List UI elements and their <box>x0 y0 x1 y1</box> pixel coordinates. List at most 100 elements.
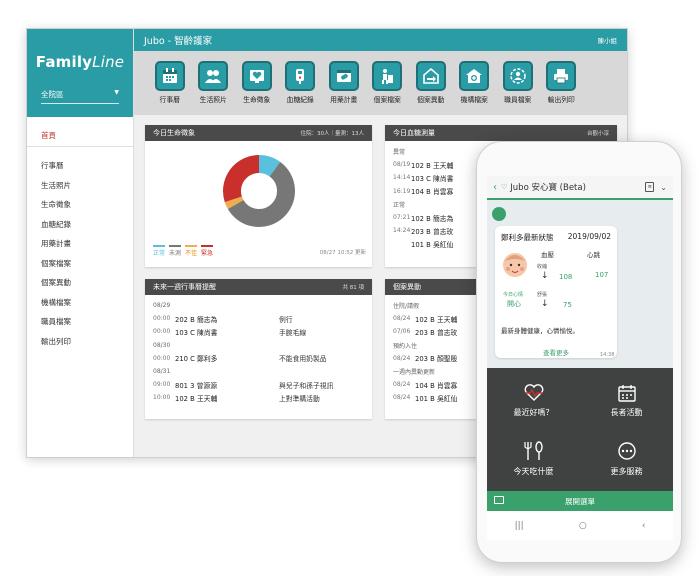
systolic-label: 收縮 <box>537 264 548 270</box>
card-header: 今日血糖測量 台觀小淳 <box>385 125 617 141</box>
phone-screen: ‹ ♡ Jubo 安心寶 (Beta) ≡ ⌄ 鄭利多最新狀態 2019/09/… <box>487 176 673 540</box>
sidebar-item-calendar[interactable]: 行事曆 <box>27 155 133 175</box>
status-title: 鄭利多最新狀態 <box>501 233 554 242</box>
table-row[interactable]: 00:00 210 C 鄭利多 不能食用奶製品 <box>153 352 364 365</box>
tool-label: 機構檔案 <box>460 96 488 104</box>
status-message: 最新身體健康，心情愉悅。 <box>501 327 579 335</box>
more-icon <box>617 442 636 460</box>
card-meta: 共 81 項 <box>342 285 365 291</box>
page-title: Jubo - 智齡護家 <box>144 36 213 47</box>
chevron-down-icon[interactable]: ⌄ <box>660 183 667 192</box>
tool-patient-files[interactable]: 個案檔案 <box>366 51 410 115</box>
medicine-plan-icon <box>328 61 359 91</box>
donut-slice-1 <box>258 155 281 177</box>
status-message-bubble: 鄭利多最新狀態 2019/09/02 今日心情 開心 血壓 心跳 收縮 ↓ 10… <box>495 226 617 358</box>
back-chevron-icon[interactable]: ‹ <box>493 182 497 193</box>
tool-label: 輸出列印 <box>547 96 575 104</box>
heart-rate-value: 107 <box>595 271 609 279</box>
ward-select-value: 全院區 <box>41 90 64 99</box>
back-icon[interactable]: ‹ <box>642 521 646 531</box>
see-more-link[interactable]: 查看更多 <box>501 347 611 357</box>
donut-slice-3 <box>224 196 244 209</box>
date-label: 08/31 <box>153 368 171 376</box>
tool-medication[interactable]: 用藥計畫 <box>322 51 366 115</box>
bot-avatar <box>492 207 506 221</box>
card-meta: 住院：30人｜量測：13人 <box>300 131 365 137</box>
expand-menu-label: 展開選單 <box>565 496 595 506</box>
tool-staff[interactable]: 職員檔案 <box>496 51 540 115</box>
table-row[interactable]: 09:00 801 3 曾源源 與兒子和孫子視訊 <box>153 378 364 391</box>
sidebar-item-glucose[interactable]: 血糖紀錄 <box>27 214 133 234</box>
message-time: 14:38 <box>600 352 615 358</box>
tool-print[interactable]: 輸出列印 <box>540 51 584 115</box>
toolbar: 行事曆 生活照片 生命徵象 血糖紀錄 用藥計畫 個案檔案 個案異動 機構檔案 職… <box>134 51 627 115</box>
keyboard-icon[interactable] <box>494 496 504 504</box>
glucose-meter-icon <box>285 61 316 91</box>
calendar-icon <box>617 385 636 402</box>
systolic-value: 108 <box>559 273 573 281</box>
diastolic-label: 舒張 <box>537 292 548 298</box>
sidebar-item-vitals[interactable]: 生命徵象 <box>27 194 133 214</box>
sidebar-item-patient-changes[interactable]: 個案異動 <box>27 272 133 292</box>
patient-move-icon <box>415 61 446 91</box>
legend-item-normal: 正常 <box>153 245 165 257</box>
note-icon[interactable]: ≡ <box>645 182 655 192</box>
menu-label: 今天吃什麼 <box>513 467 554 476</box>
heart-monitor-icon <box>241 61 272 91</box>
menu-more-services[interactable]: 更多服務 <box>580 430 673 488</box>
events-card: 未來一週行事曆提醒 共 81 項 08/29 00:00 202 B 簡志為 例行 … <box>145 279 372 419</box>
sidebar-item-medication[interactable]: 用藥計畫 <box>27 233 133 253</box>
menu-activities[interactable]: 長者活動 <box>580 372 673 430</box>
recent-apps-icon[interactable]: ||| <box>515 521 524 531</box>
card-title: 未來一週行事曆提醒 <box>153 283 216 291</box>
table-row[interactable]: 10:00 102 B 王天輔 上對準購活動 <box>153 391 364 404</box>
baby-face-icon <box>503 253 527 277</box>
tool-calendar[interactable]: 行事曆 <box>148 51 192 115</box>
sidebar-item-staff[interactable]: 職員檔案 <box>27 311 133 331</box>
card-title: 今日血糖測量 <box>393 129 435 137</box>
vitals-summary: 今日心情 開心 血壓 心跳 收縮 ↓ 108 107 舒張 ↓ 75 <box>501 247 611 319</box>
sidebar-item-home[interactable]: 首頁 <box>27 125 133 147</box>
tool-label: 生活照片 <box>199 96 227 104</box>
tool-institution[interactable]: 機構檔案 <box>453 51 497 115</box>
tool-label: 血糖紀錄 <box>286 96 314 104</box>
legend-item-poor: 不佳 <box>185 245 197 257</box>
mood-label: 今日心情 <box>503 292 524 298</box>
date-label: 08/30 <box>153 341 171 349</box>
logo-box: FamilyLine 全院區 ▼ <box>27 29 133 117</box>
menu-meals[interactable]: 今天吃什麼 <box>487 430 580 488</box>
tool-photos[interactable]: 生活照片 <box>192 51 236 115</box>
table-row[interactable]: 00:00 202 B 簡志為 例行 <box>153 312 364 325</box>
sidebar-nav: 首頁 行事曆 生活照片 生命徵象 血糖紀錄 用藥計畫 個案檔案 個案異動 機構檔… <box>27 117 133 350</box>
mood-value: 開心 <box>507 300 521 308</box>
bp-label: 血壓 <box>541 251 554 259</box>
donut-slice-4 <box>223 155 260 203</box>
bubble-header: 鄭利多最新狀態 2019/09/02 <box>501 232 611 243</box>
ward-select[interactable]: 全院區 ▼ <box>41 89 119 104</box>
diastolic-value: 75 <box>563 301 572 309</box>
tool-glucose[interactable]: 血糖紀錄 <box>279 51 323 115</box>
home-icon[interactable]: ○ <box>579 521 587 531</box>
menu-how-are-you[interactable]: 最近好嗎？ <box>487 372 580 430</box>
institution-icon <box>459 61 490 91</box>
tool-patient-changes[interactable]: 個案異動 <box>409 51 453 115</box>
tool-vitals[interactable]: 生命徵象 <box>235 51 279 115</box>
date-label: 08/29 <box>153 302 171 310</box>
sidebar-item-photos[interactable]: 生活照片 <box>27 175 133 195</box>
user-name[interactable]: 陳小姐 <box>598 35 618 45</box>
patient-file-icon <box>372 61 403 91</box>
tool-label: 職員檔案 <box>504 96 532 104</box>
tool-label: 行事曆 <box>159 96 180 104</box>
expand-menu-button[interactable]: 展開選單 <box>487 491 673 511</box>
sidebar-item-patient-files[interactable]: 個案檔案 <box>27 253 133 273</box>
hr-label: 心跳 <box>587 251 600 259</box>
menu-label: 最近好嗎？ <box>513 408 554 417</box>
vitals-card: 今日生命徵象 住院：30人｜量測：13人 正常 未測 不佳 緊急 08/27 1… <box>145 125 372 267</box>
chart-legend: 正常 未測 不佳 緊急 <box>153 245 213 257</box>
tool-label: 用藥計畫 <box>330 96 358 104</box>
sidebar-item-print[interactable]: 輸出列印 <box>27 331 133 351</box>
card-title: 個案異動 <box>393 283 421 291</box>
sidebar-item-institution[interactable]: 機構檔案 <box>27 292 133 312</box>
header-actions: ≡ ⌄ <box>645 182 667 192</box>
table-row[interactable]: 00:00 103 C 陳尚書 手腕毛線 <box>153 325 364 338</box>
